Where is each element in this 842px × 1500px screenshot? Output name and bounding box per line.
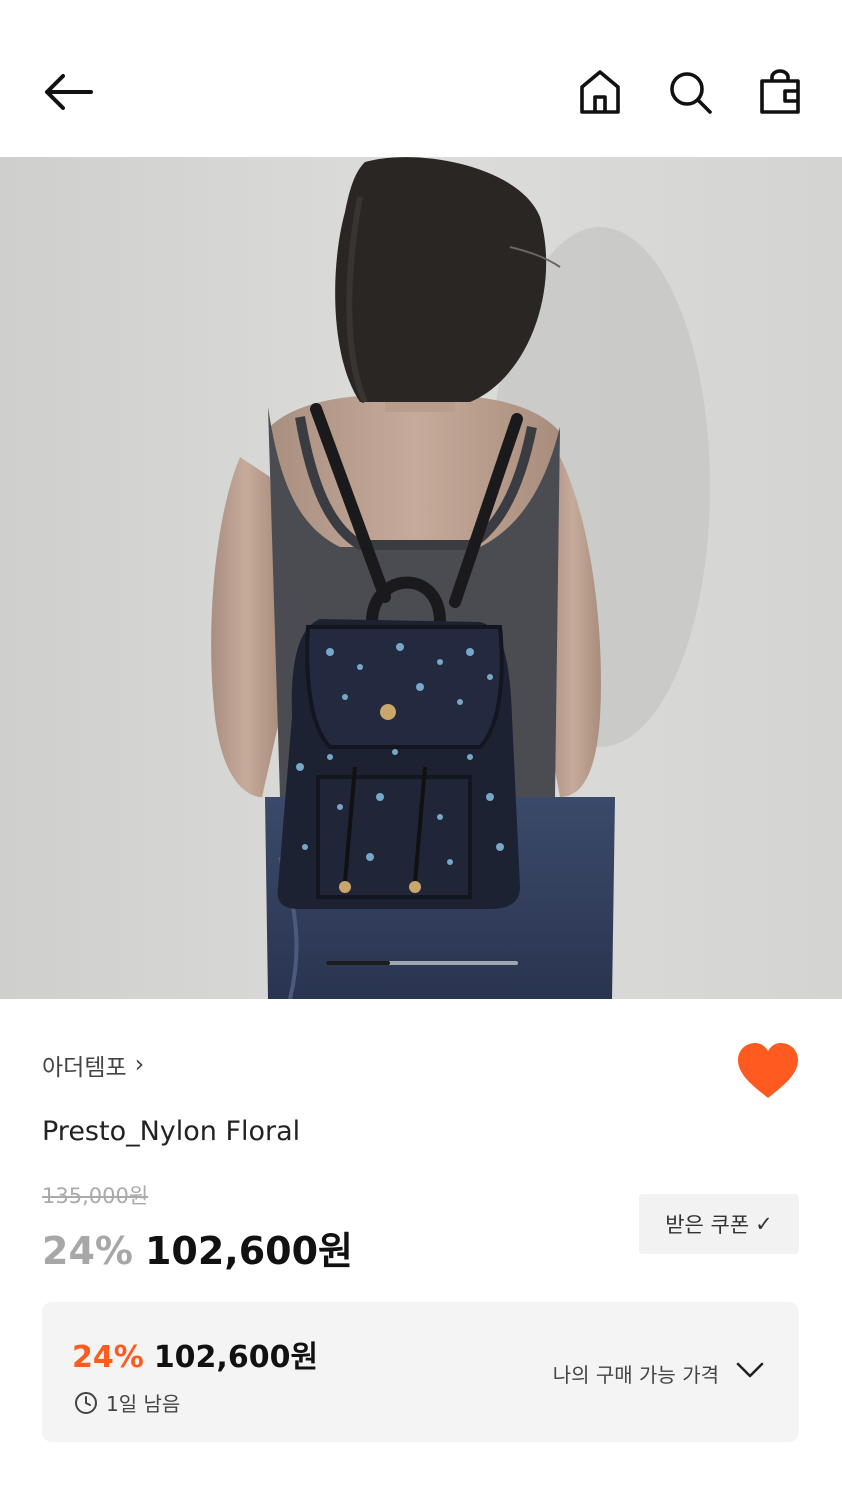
- top-navigation-bar: [0, 0, 842, 157]
- image-carousel-indicator: [326, 961, 518, 965]
- coupon-label: 받은 쿠폰: [665, 1213, 750, 1237]
- arrow-left-icon: [45, 74, 93, 110]
- home-icon: [580, 70, 620, 114]
- heart-icon: [738, 1043, 798, 1098]
- time-remaining: 1일 남음: [74, 1388, 180, 1417]
- back-button[interactable]: [38, 62, 98, 122]
- shopping-bag-icon: [760, 69, 800, 114]
- shopping-bag-button[interactable]: [750, 62, 810, 122]
- like-button[interactable]: [734, 1040, 802, 1102]
- brand-name: 아더템포: [42, 1055, 127, 1081]
- received-coupon-button[interactable]: 받은 쿠폰 ✓: [639, 1194, 799, 1254]
- original-price: 135,000원: [42, 1184, 149, 1208]
- discount-rate: 24%: [42, 1229, 133, 1273]
- my-price: 102,600원: [153, 1340, 319, 1375]
- my-price-row: 24% 102,600원: [72, 1332, 318, 1376]
- chevron-right-icon: ›: [134, 1050, 145, 1078]
- product-image[interactable]: [0, 157, 842, 999]
- chevron-down-icon: [736, 1362, 764, 1378]
- clock-icon: [75, 1391, 97, 1414]
- carousel-progress: [326, 961, 390, 965]
- my-price-label: 나의 구매 가능 가격: [552, 1363, 719, 1387]
- search-button[interactable]: [660, 62, 720, 122]
- sale-price: 102,600원: [144, 1229, 354, 1273]
- home-button[interactable]: [570, 62, 630, 122]
- search-icon: [670, 72, 712, 114]
- brand-link[interactable]: 아더템포 ›: [42, 1048, 144, 1082]
- my-purchasable-price-panel[interactable]: 24% 102,600원 1일 남음 나의 구매 가능 가격: [42, 1302, 799, 1442]
- time-remaining-text: 1일 남음: [106, 1392, 181, 1416]
- my-discount-rate: 24%: [72, 1340, 144, 1375]
- product-title: Presto_Nylon Floral: [42, 1116, 301, 1147]
- check-icon: ✓: [755, 1212, 773, 1236]
- price-row: 24% 102,600원: [42, 1220, 353, 1275]
